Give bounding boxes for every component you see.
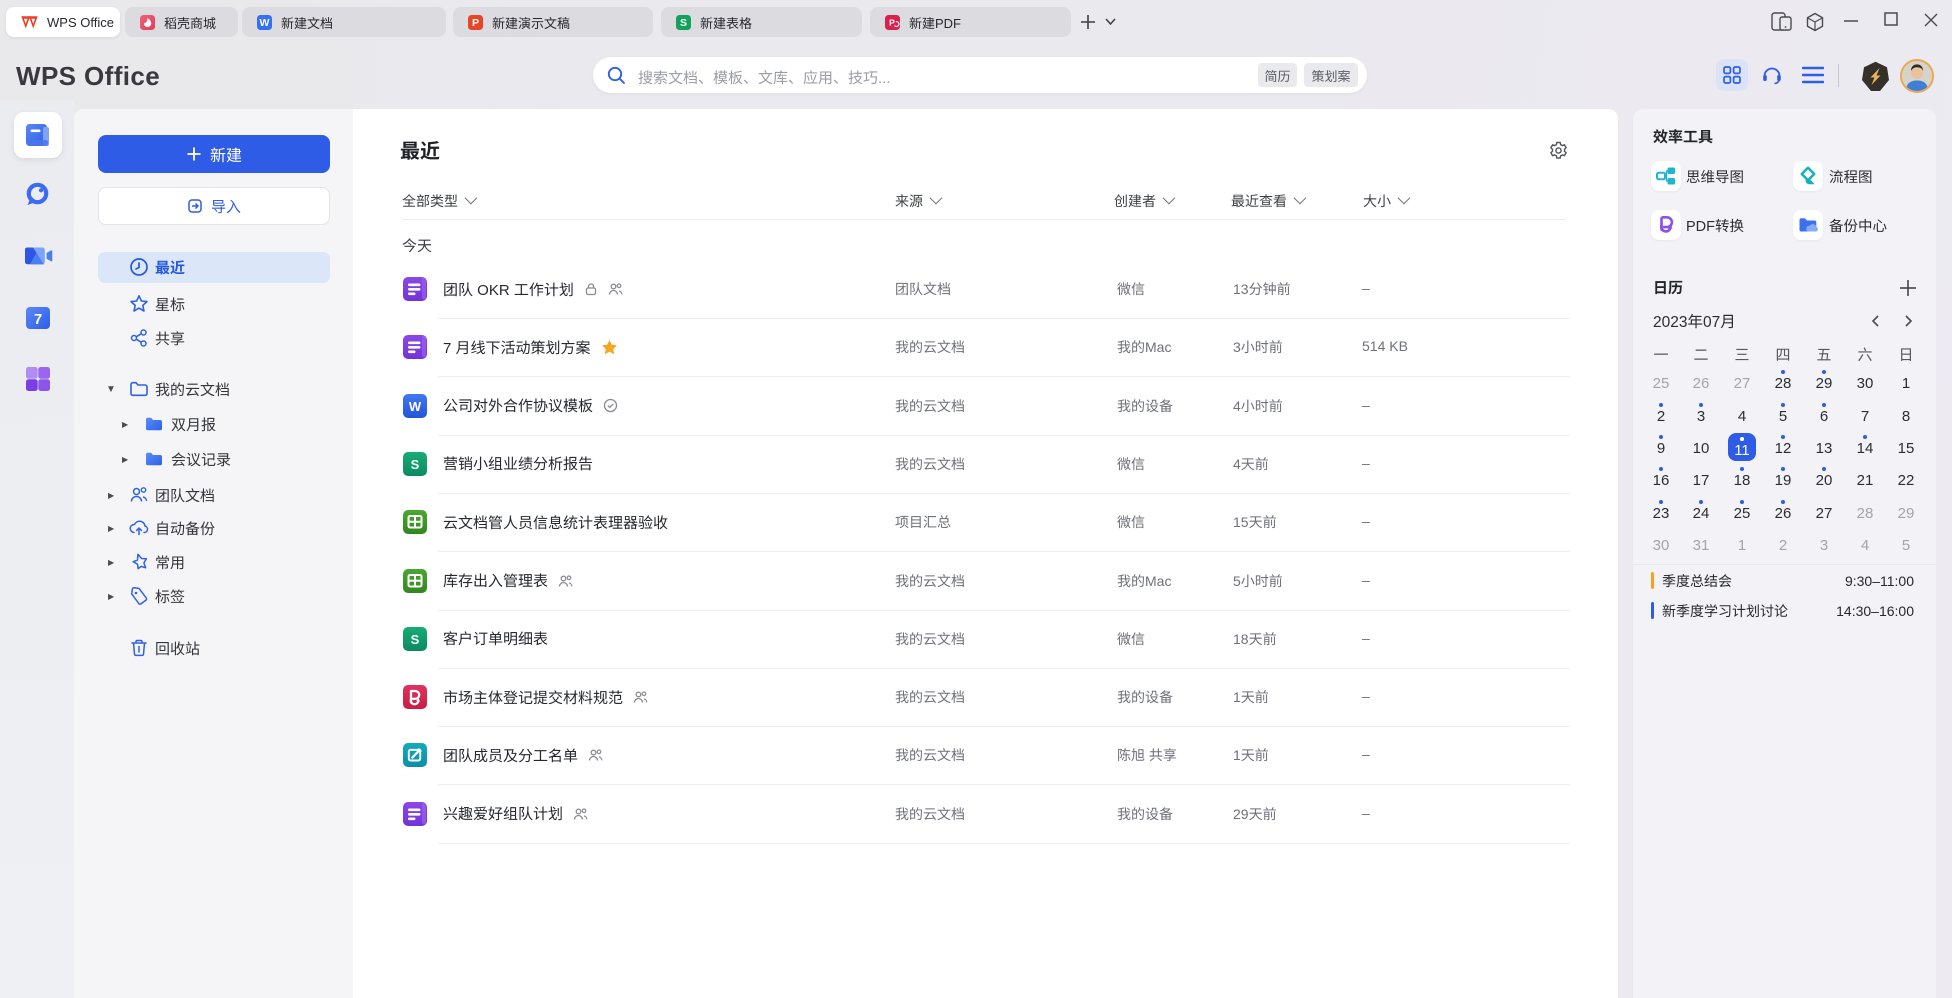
svg-text:W: W <box>409 399 422 414</box>
svg-text:S: S <box>680 17 687 29</box>
svg-text:S: S <box>411 632 420 647</box>
svg-text:W: W <box>260 17 270 29</box>
svg-text:7: 7 <box>34 311 42 328</box>
svg-text:S: S <box>411 457 420 472</box>
svg-text:P: P <box>472 17 479 29</box>
svg-text:P: P <box>889 17 895 27</box>
